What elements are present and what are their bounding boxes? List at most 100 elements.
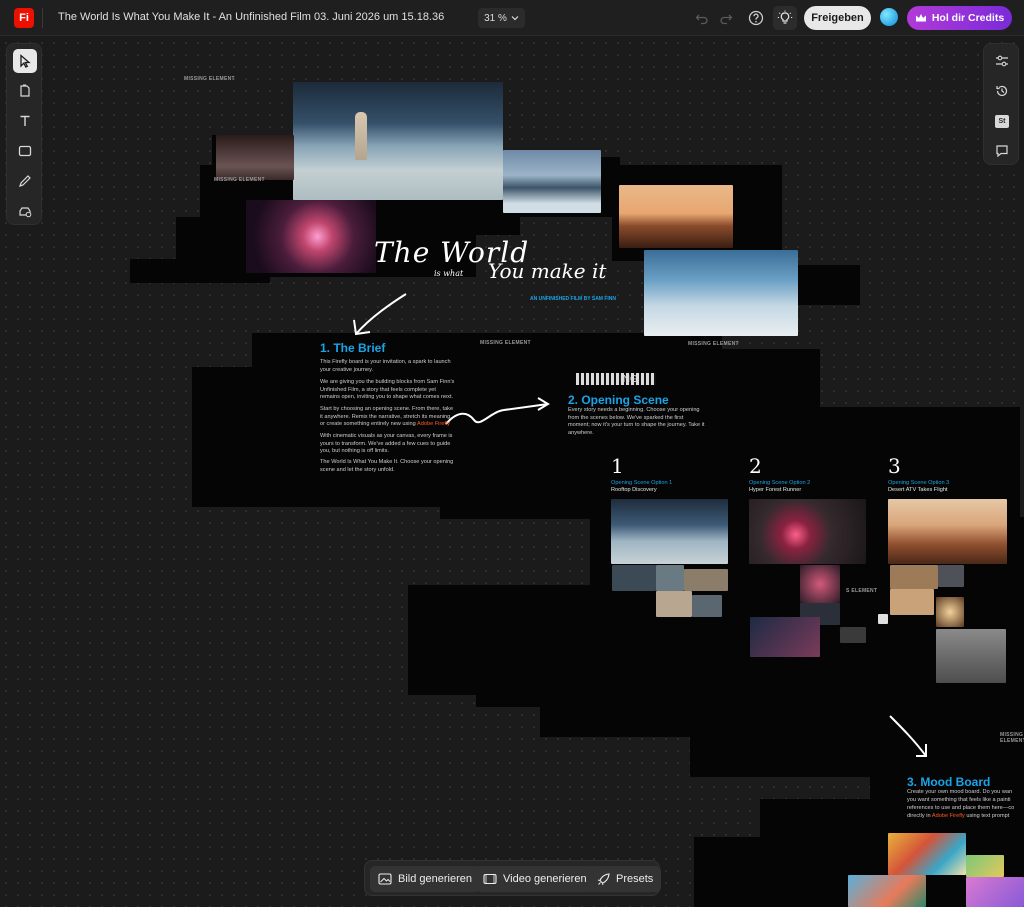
thumbnail[interactable] [936, 597, 964, 627]
video-icon [483, 873, 497, 885]
presets-button[interactable]: Presets [589, 866, 662, 892]
option-1-image[interactable] [611, 499, 728, 564]
thumbnail[interactable] [890, 565, 938, 589]
thumbnail[interactable] [800, 565, 840, 603]
right-toolbar: St [983, 43, 1019, 165]
opening-heading: 2. Opening Scene [568, 393, 669, 407]
brief-paragraph: With cinematic visuals as your canvas, e… [320, 433, 453, 454]
arrow-doodle-icon [353, 293, 407, 336]
option-number: 3 [888, 454, 901, 478]
option-name: Rooftop Discovery [611, 487, 657, 493]
history-icon[interactable] [990, 79, 1014, 103]
thumbnail[interactable] [656, 591, 692, 617]
missing-label: MISSING ELEMENT [214, 177, 265, 183]
get-credits-button[interactable]: Hol dir Credits [907, 6, 1012, 30]
generate-tool-icon[interactable] [13, 199, 37, 223]
redo-icon[interactable] [716, 8, 736, 28]
share-button[interactable]: Freigeben [804, 6, 871, 30]
hero-subtitle: AN UNFINISHED FILM BY SAM FINN [530, 296, 617, 302]
adjust-icon[interactable] [990, 49, 1014, 73]
divider [42, 8, 43, 28]
mood-image[interactable] [966, 855, 1004, 877]
board-canvas[interactable]: MISSING ELEMENT MISSING ELEMENT MISSING … [0, 37, 1024, 907]
flood-street-image[interactable] [503, 150, 601, 213]
thumbnail[interactable] [612, 565, 656, 591]
help-icon[interactable] [746, 8, 766, 28]
option-label: Opening Scene Option 1 [611, 480, 673, 486]
brief-paragraph: We are giving you the building blocks fr… [320, 379, 455, 400]
opening-body: Every story needs a beginning. Choose yo… [568, 407, 705, 436]
mood-text: directly in [907, 813, 932, 819]
thumbnail[interactable] [692, 595, 722, 617]
marker [878, 614, 888, 624]
text-tool-icon[interactable] [13, 109, 37, 133]
zoom-dropdown[interactable]: 31 % [478, 8, 525, 28]
thumbnail[interactable] [684, 569, 728, 591]
scene-image[interactable] [216, 135, 294, 180]
firefly-link[interactable]: Adobe Firefly [417, 421, 450, 427]
left-toolbar [6, 43, 42, 225]
rooftop-image[interactable] [293, 82, 503, 200]
generate-bar: Bild generieren Video generieren Presets [364, 860, 662, 896]
brief-paragraph: The World Is What You Make It. Choose yo… [320, 459, 454, 473]
option-name: Hyper Forest Runner [749, 487, 802, 493]
mood-image[interactable] [888, 833, 966, 875]
lightbulb-icon[interactable] [773, 6, 797, 30]
portal-image[interactable] [246, 200, 376, 273]
thumbnail[interactable] [750, 617, 820, 657]
option-name: Desert ATV Takes Flight [888, 487, 948, 493]
select-tool-icon[interactable] [13, 49, 37, 73]
generate-image-button[interactable]: Bild generieren [370, 866, 480, 892]
thumbnail[interactable] [938, 565, 964, 587]
zoom-value: 31 % [484, 12, 507, 24]
missing-label: MISSING ELEMENT [480, 340, 531, 346]
credits-label: Hol dir Credits [931, 12, 1005, 24]
mood-line: you want something that feels like a pai… [907, 797, 1011, 803]
document-title[interactable]: The World Is What You Make It - An Unfin… [58, 11, 444, 23]
desert-cliff-image[interactable] [619, 185, 733, 248]
page-tool-icon[interactable] [13, 79, 37, 103]
thumbnail[interactable] [840, 627, 866, 643]
thumbnail[interactable] [656, 565, 684, 591]
mood-image[interactable] [848, 875, 926, 907]
generate-video-label: Video generieren [503, 873, 587, 885]
chevron-down-icon [511, 16, 519, 21]
mood-heading: 3. Mood Board [907, 775, 991, 789]
glitch-banner [576, 373, 656, 385]
option-label: Opening Scene Option 3 [888, 480, 950, 486]
firefly-link[interactable]: Adobe Firefly [932, 813, 965, 819]
glitch-text: ING [620, 374, 638, 385]
missing-label: MISSING ELEMENT [1000, 732, 1024, 744]
brief-paragraph: This Firefly board is your invitation, a… [320, 359, 451, 373]
option-2-image[interactable] [749, 499, 866, 564]
comment-icon[interactable] [990, 139, 1014, 163]
stock-icon[interactable]: St [990, 109, 1014, 133]
option-3-image[interactable] [888, 499, 1007, 564]
mood-line: Create your own mood board. Do you wan [907, 789, 1013, 795]
missing-block [694, 837, 804, 907]
hero-title-line3: You make it [488, 259, 607, 283]
hero-title-line2: is what [434, 269, 464, 278]
firefly-logo[interactable]: Fi [14, 8, 34, 28]
pen-tool-icon[interactable] [13, 169, 37, 193]
option-number: 1 [611, 454, 624, 478]
mood-text: using text prompt [964, 813, 1010, 819]
arrow-squiggle-icon [445, 397, 550, 425]
thumbnail[interactable] [936, 629, 1006, 683]
option-number: 2 [749, 454, 762, 478]
avatar[interactable] [880, 8, 898, 26]
thumbnail[interactable] [890, 589, 934, 615]
shape-tool-icon[interactable] [13, 139, 37, 163]
flying-cars-image[interactable] [644, 250, 798, 336]
option-label: Opening Scene Option 2 [749, 480, 811, 486]
brief-heading: 1. The Brief [320, 341, 386, 355]
image-icon [378, 873, 392, 885]
top-bar: Fi The World Is What You Make It - An Un… [0, 0, 1024, 36]
mood-image[interactable] [966, 877, 1024, 907]
mood-line: directly in Adobe Firefly using text pro… [907, 813, 1009, 821]
mood-line: references to use and place them here—co [907, 805, 1015, 811]
undo-icon[interactable] [692, 8, 712, 28]
generate-image-label: Bild generieren [398, 873, 472, 885]
generate-video-button[interactable]: Video generieren [475, 866, 595, 892]
brief-paragraph: Start by choosing an opening scene. From… [320, 406, 455, 429]
